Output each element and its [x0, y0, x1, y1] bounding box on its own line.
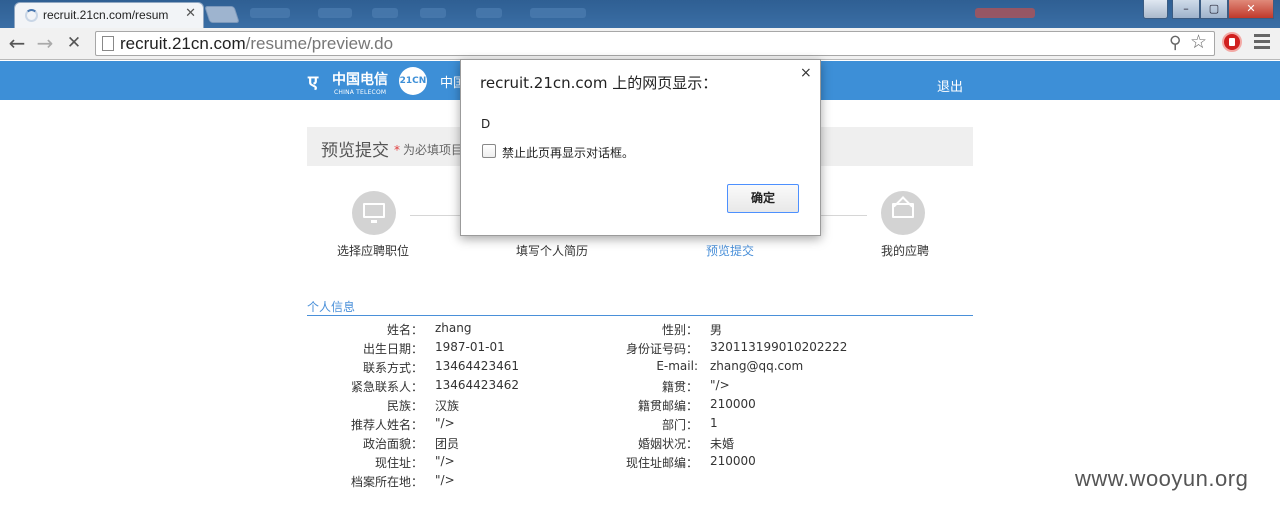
step-1-label[interactable]: 选择应聘职位: [337, 242, 409, 259]
blurred-tab: [530, 8, 586, 18]
back-button[interactable]: ←: [5, 32, 29, 56]
field-label: 婚姻状况：: [637, 437, 698, 451]
field-value: "/>: [435, 416, 455, 430]
forward-button[interactable]: →: [33, 32, 57, 56]
monitor-icon: [363, 203, 385, 218]
dialog-close-icon[interactable]: ×: [800, 65, 812, 81]
user-profile-icon[interactable]: [1143, 0, 1168, 19]
field-value: zhang@qq.com: [710, 359, 804, 373]
dialog-title: recruit.21cn.com 上的网页显示：: [480, 74, 718, 92]
url-text: recruit.21cn.com/resume/preview.do: [120, 34, 393, 54]
brand-name-cn: 中国电信: [332, 72, 388, 88]
blurred-tab: [250, 8, 290, 18]
loading-spinner-icon: [25, 9, 38, 22]
field-label: 身份证号码：: [625, 342, 698, 356]
field-value: 1987-01-01: [435, 340, 505, 354]
zoom-icon[interactable]: ⚲: [1169, 33, 1181, 53]
step-connector: [821, 215, 867, 216]
adblock-extension-icon[interactable]: [1222, 32, 1242, 52]
field-label: 现住址邮编：: [625, 456, 698, 470]
field-label: 籍贯：: [661, 380, 698, 394]
field-label: 性别：: [661, 323, 698, 337]
step-connector: [410, 215, 462, 216]
field-value: "/>: [710, 378, 730, 392]
required-star: *: [394, 143, 400, 157]
section-divider: [307, 315, 973, 316]
blurred-tab: [975, 8, 1035, 18]
browser-window: recruit.21cn.com/resum ✕ – ▢ ✕ ← → ✕ rec…: [0, 0, 1280, 508]
tab-strip: recruit.21cn.com/resum ✕ – ▢ ✕: [0, 0, 1280, 28]
field-label: 民族：: [386, 399, 423, 413]
blurred-tab: [476, 8, 502, 18]
mail-icon: [892, 203, 914, 218]
suppress-dialogs-label[interactable]: 禁止此页再显示对话框。: [502, 144, 634, 161]
field-value: 团员: [435, 437, 460, 451]
field-value: 210000: [710, 397, 756, 411]
required-note: * 为必填项目: [394, 141, 463, 158]
blurred-tab: [372, 8, 398, 18]
maximize-button[interactable]: ▢: [1200, 0, 1228, 19]
suppress-dialogs-checkbox[interactable]: [482, 144, 496, 158]
field-label: 姓名：: [386, 323, 423, 337]
field-value: 13464423462: [435, 378, 519, 392]
bookmark-star-icon[interactable]: ☆: [1190, 31, 1207, 53]
url-path: /resume/preview.do: [245, 34, 394, 53]
stop-loading-button[interactable]: ✕: [62, 32, 86, 56]
browser-tab[interactable]: recruit.21cn.com/resum ✕: [14, 2, 204, 28]
logout-link[interactable]: 退出: [937, 76, 963, 95]
step-1-circle[interactable]: [352, 191, 396, 235]
page-icon: [102, 36, 114, 51]
url-host: recruit.21cn.com: [120, 34, 246, 53]
field-label: 出生日期：: [362, 342, 423, 356]
browser-toolbar: ← → ✕ recruit.21cn.com/resume/preview.do…: [0, 28, 1280, 60]
telecom-mark-icon: ए: [308, 72, 318, 93]
new-tab-button[interactable]: [204, 6, 240, 23]
minimize-button[interactable]: –: [1172, 0, 1200, 19]
field-value: 320113199010202222: [710, 340, 848, 354]
blurred-tab: [318, 8, 352, 18]
step-3-label[interactable]: 预览提交: [706, 242, 754, 259]
field-value: zhang: [435, 321, 472, 335]
field-label: 紧急联系人：: [350, 380, 423, 394]
chrome-menu-icon[interactable]: [1254, 34, 1270, 50]
field-value: "/>: [435, 454, 455, 468]
close-window-button[interactable]: ✕: [1228, 0, 1274, 19]
field-value: 13464423461: [435, 359, 519, 373]
dialog-message: D: [481, 117, 491, 131]
tab-close-icon[interactable]: ✕: [185, 6, 196, 21]
watermark: www.wooyun.org: [1075, 466, 1249, 491]
field-value: 1: [710, 416, 718, 430]
blurred-tab: [420, 8, 446, 18]
required-note-text: 为必填项目: [403, 143, 464, 157]
section-title: 个人信息: [307, 300, 356, 314]
page-title: 预览提交: [321, 141, 389, 161]
monitor-stand: [371, 220, 377, 223]
alert-dialog: recruit.21cn.com 上的网页显示： × D 禁止此页再显示对话框。…: [460, 59, 821, 236]
field-value: 未婚: [710, 437, 735, 451]
field-label: 推荐人姓名：: [350, 418, 423, 432]
step-4-circle[interactable]: [881, 191, 925, 235]
brand-name-en: CHINA TELECOM: [334, 89, 387, 96]
field-value: 汉族: [435, 399, 460, 413]
field-label: 政治面貌：: [362, 437, 423, 451]
field-value: 210000: [710, 454, 756, 468]
field-label: 现住址：: [374, 456, 423, 470]
step-4-label[interactable]: 我的应聘: [881, 242, 929, 259]
field-label: 部门：: [661, 418, 698, 432]
field-value: 男: [710, 323, 723, 337]
step-2-label[interactable]: 填写个人简历: [516, 242, 588, 259]
field-value: "/>: [435, 473, 455, 487]
field-label: 联系方式：: [362, 361, 423, 375]
field-label: E-mail:: [656, 359, 698, 373]
ok-button[interactable]: 确定: [727, 184, 799, 213]
field-label: 档案所在地：: [350, 475, 423, 489]
address-bar[interactable]: recruit.21cn.com/resume/preview.do ⚲ ☆: [95, 31, 1215, 56]
field-label: 籍贯邮编：: [637, 399, 698, 413]
21cn-logo[interactable]: 21CN: [399, 67, 427, 95]
tab-title: recruit.21cn.com/resum: [43, 8, 169, 22]
